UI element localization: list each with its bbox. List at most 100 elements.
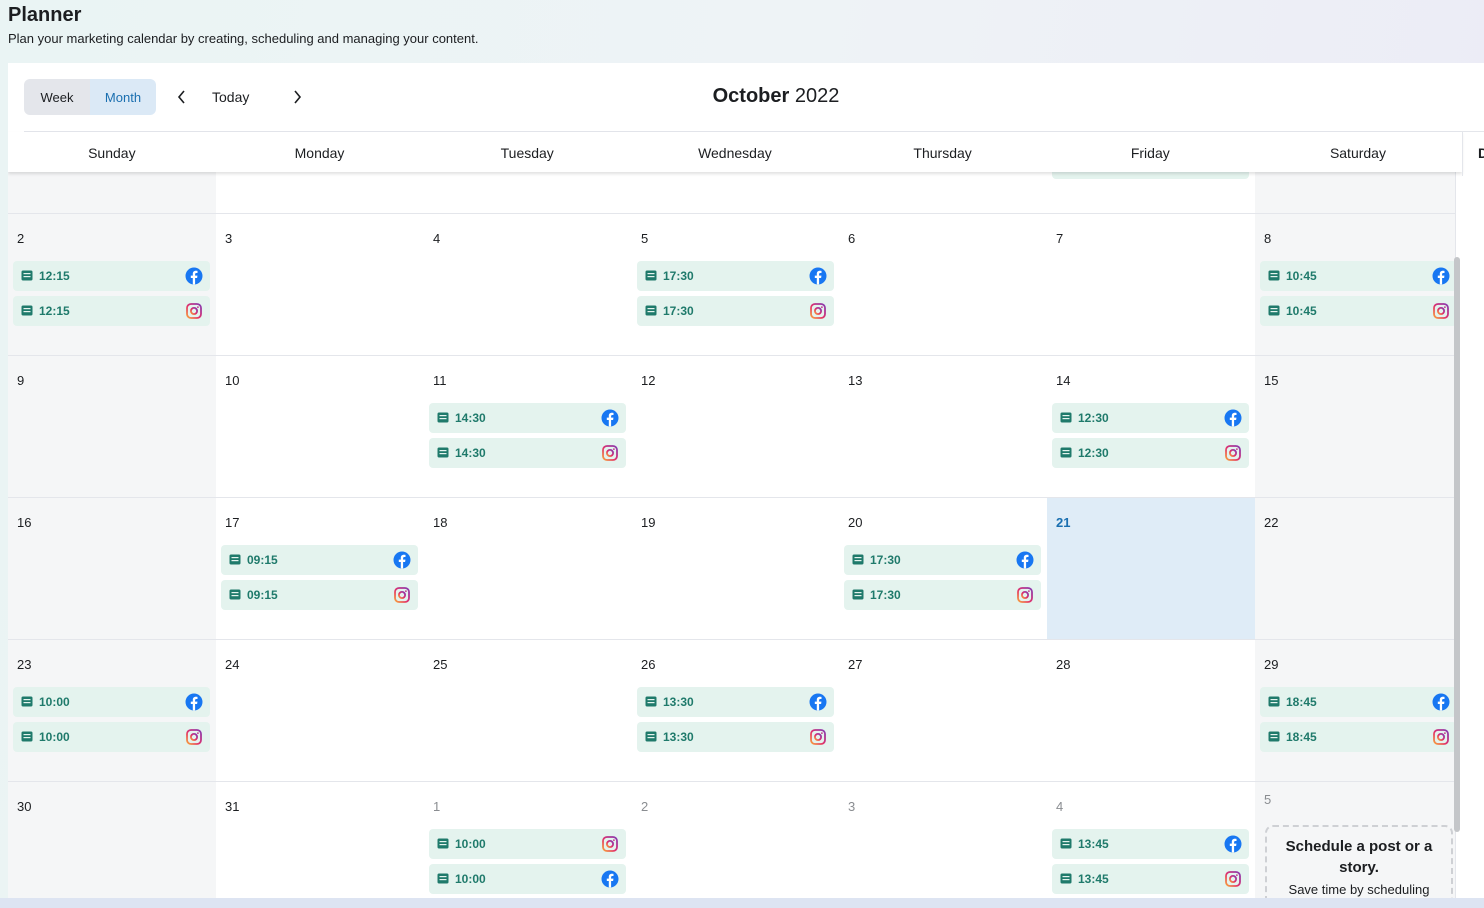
scheduled-post[interactable]: 12:30	[1052, 438, 1249, 468]
calendar-day-cell[interactable]: 29 18:45 18:45	[1255, 640, 1457, 782]
calendar-day-cell[interactable]: 4 13:45 13:45	[1047, 782, 1256, 898]
post-icon	[1268, 696, 1280, 707]
day-number: 8	[1264, 231, 1272, 246]
calendar-day-cell[interactable]: 4	[424, 214, 633, 356]
calendar-day-cell[interactable]: 27	[839, 640, 1048, 782]
scheduled-post[interactable]: 12:15	[13, 261, 210, 291]
calendar-day-cell[interactable]: 9	[8, 356, 217, 498]
calendar-day-cell[interactable]: 3	[216, 214, 425, 356]
calendar-day-cell[interactable]: 11 14:30 14:30	[424, 356, 633, 498]
scheduled-post[interactable]: 17:30	[844, 545, 1041, 575]
day-number: 4	[433, 231, 441, 246]
instagram-icon	[394, 587, 410, 603]
calendar-day-cell[interactable]: 6	[839, 214, 1048, 356]
weekday-monday: Monday	[294, 145, 345, 161]
calendar-day-cell[interactable]: 28	[1047, 640, 1256, 782]
day-number: 21	[1056, 515, 1071, 530]
calendar-day-cell[interactable]: 12	[632, 356, 840, 498]
calendar-day-cell[interactable]	[632, 172, 840, 214]
calendar-day-cell[interactable]	[1255, 172, 1456, 214]
month-name: October	[712, 85, 790, 107]
calendar-day-cell[interactable]: 20 17:30 17:30	[839, 498, 1048, 640]
facebook-icon	[393, 551, 411, 569]
schedule-cta-card[interactable]: Schedule a post or a story. Save time by…	[1265, 825, 1453, 898]
calendar-day-cell[interactable]: 14 12:30 12:30	[1047, 356, 1256, 498]
day-number: 12	[641, 373, 656, 388]
post-time: 10:00	[39, 730, 70, 744]
calendar-day-cell[interactable]: 5 17:30 17:30	[632, 214, 840, 356]
instagram-icon	[810, 303, 826, 319]
post-icon	[229, 554, 241, 565]
scheduled-post[interactable]: 10:00	[429, 829, 626, 859]
calendar-day-cell[interactable]: 19	[632, 498, 840, 640]
scheduled-post[interactable]: 09:15	[221, 545, 418, 575]
instagram-icon	[186, 303, 202, 319]
calendar-day-cell[interactable]: 25	[424, 640, 633, 782]
scheduled-post[interactable]: 18:45	[1260, 722, 1457, 752]
calendar-day-cell[interactable]: 10	[216, 356, 425, 498]
calendar-day-cell[interactable]: 3	[839, 782, 1048, 898]
scheduled-post[interactable]: 10:00	[13, 722, 210, 752]
post-time: 14:30	[455, 446, 486, 460]
calendar-day-cell[interactable]: 16	[8, 498, 217, 640]
calendar-day-cell[interactable]: 13	[839, 356, 1048, 498]
scheduled-post[interactable]: 10:45	[1260, 296, 1457, 326]
scheduled-post[interactable]: 18:45	[1260, 687, 1457, 717]
calendar-day-cell[interactable]: 8 10:45 10:45	[1255, 214, 1457, 356]
post-icon	[1268, 270, 1280, 281]
post-time: 17:30	[663, 304, 694, 318]
scheduled-post[interactable]: 12:30	[1052, 403, 1249, 433]
calendar-day-cell[interactable]: 1 10:00 10:00	[424, 782, 633, 898]
post-icon	[645, 270, 657, 281]
weekday-sunday: Sunday	[88, 145, 136, 161]
scheduled-post[interactable]: 12:15	[13, 296, 210, 326]
scheduled-post[interactable]: 10:00	[13, 687, 210, 717]
day-number: 3	[848, 799, 856, 814]
scheduled-post[interactable]: 14:30	[429, 438, 626, 468]
day-number: 3	[225, 231, 233, 246]
scheduled-post[interactable]: 10:45	[1260, 261, 1457, 291]
facebook-icon	[1224, 835, 1242, 853]
post-icon	[21, 305, 33, 316]
calendar-day-cell[interactable]: 17 09:15 09:15	[216, 498, 425, 640]
post-icon	[21, 696, 33, 707]
weekday-wednesday: Wednesday	[698, 145, 772, 161]
calendar-day-cell[interactable]: 21	[1047, 498, 1256, 640]
calendar-day-cell[interactable]	[8, 172, 217, 214]
scheduled-post[interactable]: 17:30	[637, 296, 834, 326]
post-icon	[437, 412, 449, 423]
post-icon	[1268, 731, 1280, 742]
calendar-day-cell[interactable]: 23 10:00 10:00	[8, 640, 217, 782]
calendar-day-cell[interactable]: 22	[1255, 498, 1456, 640]
post-icon	[1060, 412, 1072, 423]
scheduled-post[interactable]: 09:15	[221, 580, 418, 610]
calendar-day-cell[interactable]: 2 12:15 12:15	[8, 214, 217, 356]
day-number: 6	[848, 231, 856, 246]
instagram-icon	[1433, 303, 1449, 319]
scheduled-post[interactable]: 10:00	[429, 864, 626, 894]
cta-subtitle: Save time by scheduling	[1288, 882, 1430, 897]
grid-scrollbar[interactable]	[1454, 257, 1460, 832]
calendar-day-cell[interactable]: 26 13:30 13:30	[632, 640, 840, 782]
calendar-day-cell[interactable]: 2	[632, 782, 840, 898]
calendar-day-cell[interactable]	[424, 172, 633, 214]
scheduled-post[interactable]: 13:30	[637, 687, 834, 717]
day-number: 23	[17, 657, 32, 672]
calendar-day-cell[interactable]	[216, 172, 425, 214]
calendar-day-cell[interactable]: 24	[216, 640, 425, 782]
day-number: 25	[433, 657, 448, 672]
scheduled-post[interactable]: 14:30	[429, 403, 626, 433]
calendar-day-cell[interactable]: 15	[1255, 356, 1456, 498]
scheduled-post[interactable]: 17:30	[637, 261, 834, 291]
calendar-day-cell[interactable]: 30	[8, 782, 217, 898]
calendar-day-cell[interactable]: 10:12	[1047, 149, 1256, 214]
scheduled-post[interactable]: 13:45	[1052, 829, 1249, 859]
scheduled-post[interactable]: 17:30	[844, 580, 1041, 610]
calendar-day-cell[interactable]: 31	[216, 782, 425, 898]
scheduled-post[interactable]: 13:45	[1052, 864, 1249, 894]
scheduled-post[interactable]: 13:30	[637, 722, 834, 752]
day-number: 28	[1056, 657, 1071, 672]
calendar-day-cell[interactable]: 18	[424, 498, 633, 640]
calendar-day-cell[interactable]	[839, 172, 1048, 214]
calendar-day-cell[interactable]: 7	[1047, 214, 1256, 356]
